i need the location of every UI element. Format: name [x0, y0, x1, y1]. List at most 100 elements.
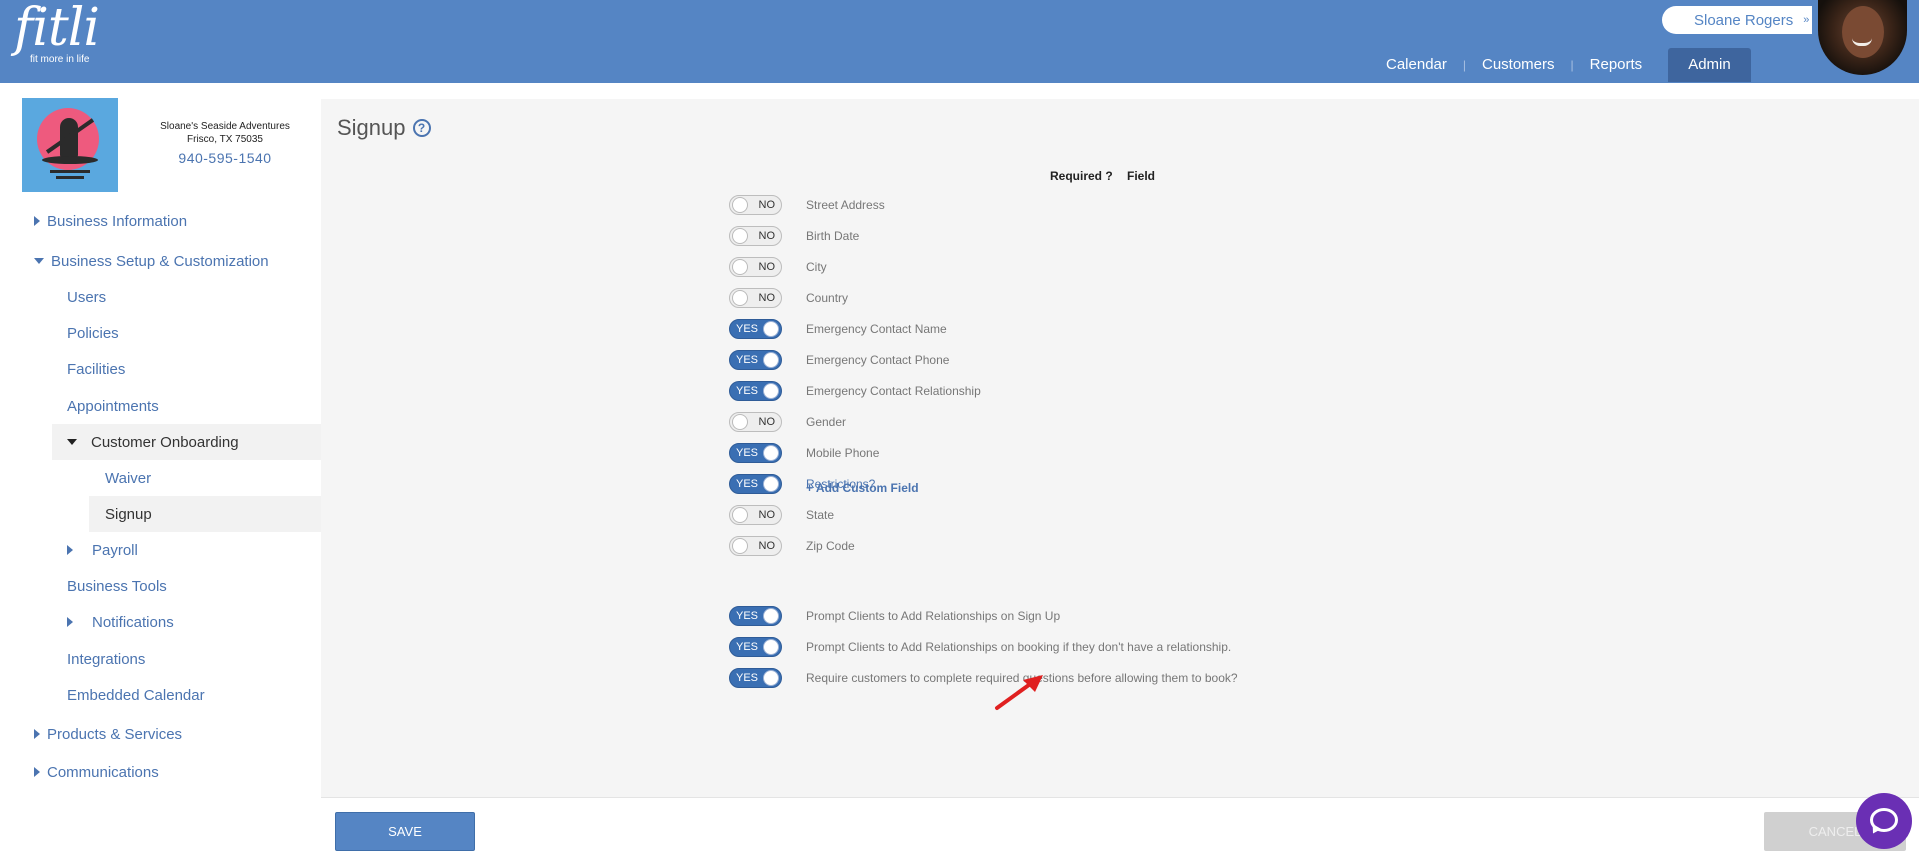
- sidebar-item-customer-onboarding[interactable]: Customer Onboarding: [67, 424, 239, 460]
- caret-right-icon: [34, 729, 40, 739]
- column-header-field: Field: [1127, 169, 1156, 183]
- business-phone[interactable]: 940-595-1540: [140, 150, 310, 166]
- toggle-state-label: YES: [736, 447, 759, 459]
- toggle-state-label: NO: [758, 540, 776, 552]
- toggle-knob: [763, 445, 779, 461]
- toggle-knob: [763, 352, 779, 368]
- page-title: Signup ?: [337, 115, 431, 141]
- toggle-knob: [732, 538, 748, 554]
- sidebar-item-policies[interactable]: Policies: [67, 315, 119, 351]
- signup-field-row: NO Country: [729, 287, 848, 309]
- nav-customers[interactable]: Customers: [1466, 48, 1571, 82]
- required-toggle[interactable]: NO: [729, 536, 782, 556]
- signup-field-row: NO City: [729, 256, 827, 278]
- sidebar-item-communications[interactable]: Communications: [34, 754, 159, 790]
- sidebar-item-embedded-calendar[interactable]: Embedded Calendar: [67, 677, 205, 713]
- required-toggle[interactable]: NO: [729, 226, 782, 246]
- help-icon[interactable]: ?: [412, 119, 431, 137]
- sidebar-item-signup[interactable]: Signup: [105, 496, 152, 532]
- main-nav: Calendar | Customers | Reports Admin: [1370, 48, 1751, 82]
- sidebar-item-integrations[interactable]: Integrations: [67, 641, 145, 677]
- signup-field-row: NO State: [729, 504, 834, 526]
- toggle-state-label: YES: [736, 610, 759, 622]
- logo-boat: [42, 156, 98, 164]
- nav-reports[interactable]: Reports: [1574, 48, 1659, 82]
- toggle-knob: [763, 639, 779, 655]
- required-toggle[interactable]: YES: [729, 474, 782, 494]
- logo-text: fitli: [14, 0, 100, 58]
- toggle-state-label: NO: [758, 509, 776, 521]
- logo-tagline: fit more in life: [30, 54, 90, 65]
- required-toggle[interactable]: YES: [729, 381, 782, 401]
- sidebar-item-label: Products & Services: [47, 725, 183, 743]
- sidebar-item-facilities[interactable]: Facilities: [67, 351, 125, 387]
- field-label: City: [806, 260, 827, 274]
- field-label: Prompt Clients to Add Relationships on b…: [806, 640, 1232, 654]
- nav-calendar[interactable]: Calendar: [1370, 48, 1463, 82]
- field-label: Prompt Clients to Add Relationships on S…: [806, 609, 1061, 623]
- sidebar-item-label: Notifications: [92, 613, 174, 631]
- signup-field-row: NO Birth Date: [729, 225, 859, 247]
- business-logo: [22, 98, 118, 192]
- sidebar-item-users[interactable]: Users: [67, 279, 106, 315]
- sidebar-item-notifications[interactable]: Notifications: [67, 604, 174, 640]
- caret-right-icon: [34, 767, 40, 777]
- toggle-knob: [763, 476, 779, 492]
- logo-water: [50, 170, 90, 173]
- toggle-state-label: YES: [736, 354, 759, 366]
- add-custom-field-link[interactable]: + Add Custom Field: [806, 481, 919, 495]
- toggle-state-label: YES: [736, 478, 759, 490]
- toggle-state-label: YES: [736, 641, 759, 653]
- required-toggle[interactable]: NO: [729, 505, 782, 525]
- user-name: Sloane Rogers: [1694, 11, 1794, 29]
- toggle-state-label: NO: [758, 230, 776, 242]
- field-label: Zip Code: [806, 539, 855, 553]
- sidebar-item-label: Payroll: [92, 541, 138, 559]
- caret-down-icon: [34, 258, 44, 264]
- toggle-knob: [732, 414, 748, 430]
- toggle-state-label: YES: [736, 385, 759, 397]
- signup-field-row: NO Zip Code: [729, 535, 855, 557]
- field-label: Birth Date: [806, 229, 860, 243]
- required-toggle[interactable]: NO: [729, 412, 782, 432]
- nav-admin[interactable]: Admin: [1668, 48, 1751, 82]
- business-location: Frisco, TX 75035: [187, 134, 263, 145]
- required-toggle[interactable]: NO: [729, 257, 782, 277]
- toggle-knob: [763, 383, 779, 399]
- signup-option-row: YES Prompt Clients to Add Relationships o…: [729, 605, 1060, 627]
- signup-field-row: NO Gender: [729, 411, 846, 433]
- sidebar-item-payroll[interactable]: Payroll: [67, 532, 138, 568]
- caret-right-icon: [67, 617, 73, 627]
- sidebar-item-label: Business Information: [47, 212, 188, 230]
- required-toggle[interactable]: YES: [729, 668, 782, 688]
- avatar[interactable]: [1818, 0, 1907, 75]
- sidebar-item-business-information[interactable]: Business Information: [34, 203, 187, 239]
- required-toggle[interactable]: NO: [729, 195, 782, 215]
- required-toggle[interactable]: YES: [729, 443, 782, 463]
- toggle-state-label: NO: [758, 199, 776, 211]
- field-label: Gender: [806, 415, 847, 429]
- signup-option-row: YES Prompt Clients to Add Relationships o…: [729, 636, 1231, 658]
- toggle-knob: [732, 259, 748, 275]
- field-label: Country: [806, 291, 849, 305]
- field-label: Emergency Contact Name: [806, 322, 947, 336]
- fitli-logo[interactable]: fitli fit more in life: [14, 0, 100, 65]
- signup-field-row: YES Emergency Contact Name: [729, 318, 947, 340]
- user-menu-button[interactable]: Sloane Rogers »: [1662, 6, 1812, 34]
- sidebar-item-appointments[interactable]: Appointments: [67, 388, 159, 424]
- sidebar-item-business-tools[interactable]: Business Tools: [67, 568, 167, 604]
- toggle-knob: [732, 228, 748, 244]
- required-toggle[interactable]: YES: [729, 606, 782, 626]
- chat-support-button[interactable]: [1856, 793, 1912, 849]
- required-toggle[interactable]: YES: [729, 350, 782, 370]
- required-toggle[interactable]: NO: [729, 288, 782, 308]
- toggle-knob: [763, 321, 779, 337]
- required-toggle[interactable]: YES: [729, 319, 782, 339]
- sidebar-item-waiver[interactable]: Waiver: [105, 460, 151, 496]
- toggle-state-label: NO: [758, 416, 776, 428]
- sidebar-item-business-setup[interactable]: Business Setup & Customization: [34, 243, 269, 279]
- required-toggle[interactable]: YES: [729, 637, 782, 657]
- footer-divider: [321, 797, 1919, 798]
- sidebar-item-products-services[interactable]: Products & Services: [34, 716, 182, 752]
- save-button[interactable]: SAVE: [335, 812, 475, 851]
